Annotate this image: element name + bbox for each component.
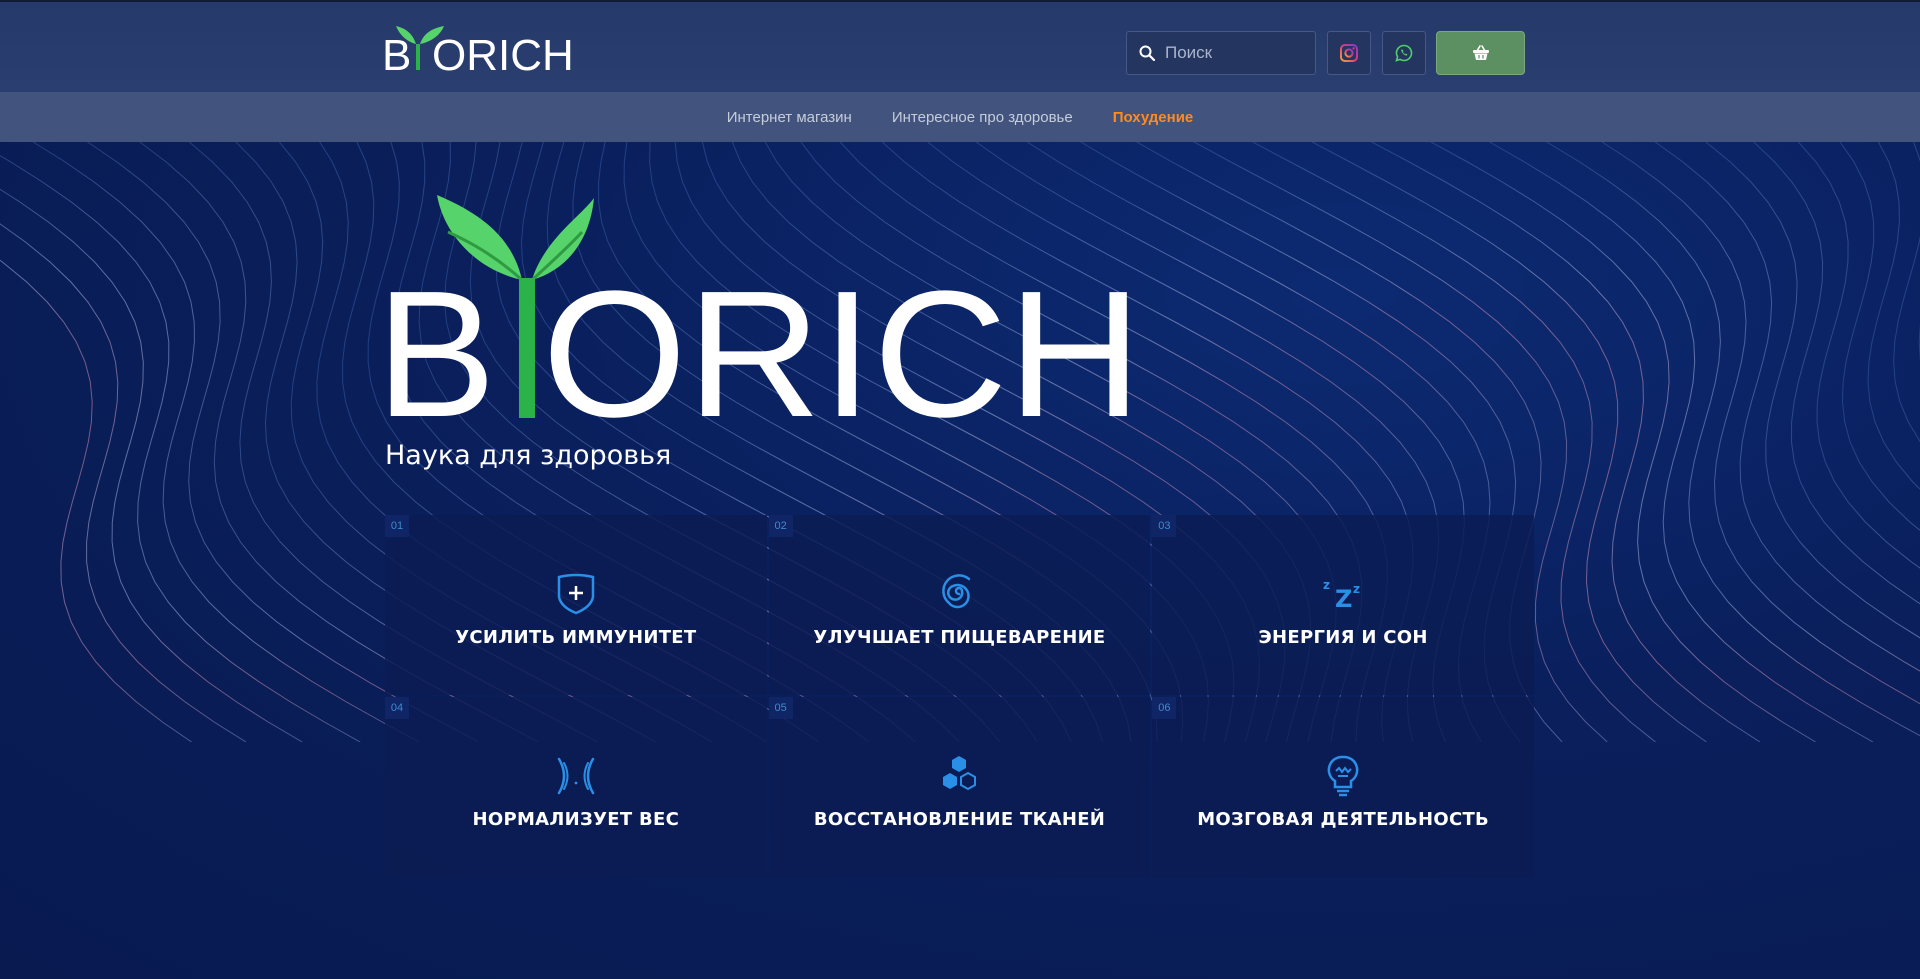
wave-line bbox=[0, 259, 192, 742]
svg-text:z: z bbox=[1353, 582, 1360, 596]
whatsapp-icon bbox=[1395, 44, 1413, 62]
wave-line bbox=[1546, 142, 1920, 737]
feature-card-immunity[interactable]: 01 УСИЛИТЬ ИММУНИТЕТ bbox=[385, 515, 767, 695]
svg-text:B: B bbox=[382, 254, 496, 420]
wave-line bbox=[1867, 142, 1920, 490]
feature-number: 03 bbox=[1152, 515, 1177, 537]
waist-icon bbox=[557, 757, 595, 794]
wave-line bbox=[1601, 142, 1920, 705]
wave-line bbox=[1753, 142, 1920, 605]
instagram-icon bbox=[1340, 44, 1358, 62]
feature-title: УЛУЧШАЕТ ПИЩЕВАРЕНИЕ bbox=[813, 626, 1106, 648]
feature-number: 04 bbox=[385, 697, 409, 719]
feature-number: 06 bbox=[1152, 697, 1177, 719]
site-logo-text: B bbox=[382, 31, 411, 74]
site-logo[interactable]: B ORICH bbox=[382, 14, 582, 74]
feature-number: 02 bbox=[768, 515, 793, 537]
wave-line bbox=[1839, 142, 1920, 531]
feature-number: 01 bbox=[385, 515, 409, 537]
feature-card-weight[interactable]: 04 НОРМАЛИЗУЕТ ВЕС bbox=[385, 697, 767, 877]
hero-tagline: Наука для здоровья bbox=[385, 440, 672, 471]
shield-plus-icon bbox=[557, 573, 595, 614]
wave-line bbox=[1893, 142, 1920, 443]
nav-item-shop[interactable]: Интернет магазин bbox=[727, 109, 852, 126]
lightbulb-icon bbox=[1327, 755, 1359, 796]
features-grid: 01 УСИЛИТЬ ИММУНИТЕТ 02 УЛУЧШАЕТ ПИЩЕВАР… bbox=[385, 515, 1534, 877]
feature-card-brain[interactable]: 06 МОЗГОВАЯ ДЕЯТЕЛЬНОСТЬ bbox=[1152, 697, 1534, 877]
search-input[interactable] bbox=[1165, 43, 1305, 63]
wave-line bbox=[1489, 142, 1874, 742]
feature-title: МОЗГОВАЯ ДЕЯТЕЛЬНОСТЬ bbox=[1197, 808, 1490, 830]
svg-text:ORICH: ORICH bbox=[432, 31, 574, 74]
feature-card-tissue[interactable]: 05 ВОССТАНОВЛЕНИЕ ТКАНЕЙ bbox=[768, 697, 1151, 877]
basket-icon bbox=[1472, 45, 1489, 60]
feature-number: 05 bbox=[768, 697, 793, 719]
svg-text:ORICH: ORICH bbox=[542, 254, 1142, 420]
instagram-button[interactable] bbox=[1327, 31, 1371, 75]
nav-item-weight-loss[interactable]: Похудение bbox=[1113, 109, 1194, 126]
wave-line bbox=[1798, 142, 1920, 569]
wave-line bbox=[32, 142, 420, 742]
wave-line bbox=[1654, 142, 1920, 672]
feature-title: ЭНЕРГИЯ И СОН bbox=[1258, 626, 1428, 648]
search-field[interactable] bbox=[1126, 31, 1316, 75]
nav-item-health[interactable]: Интересное про здоровье bbox=[892, 109, 1073, 126]
search-icon bbox=[1139, 45, 1155, 61]
hexagons-icon bbox=[943, 755, 977, 790]
feature-title: ВОССТАНОВЛЕНИЕ ТКАНЕЙ bbox=[813, 808, 1106, 830]
main-nav: Интернет магазин Интересное про здоровье… bbox=[0, 92, 1920, 142]
svg-text:Z: Z bbox=[1335, 585, 1352, 613]
feature-card-energy-sleep[interactable]: 03 z Z z ЭНЕРГИЯ И СОН bbox=[1152, 515, 1534, 695]
feature-title: УСИЛИТЬ ИММУНИТЕТ bbox=[455, 626, 697, 648]
hero-logo: B ORICH bbox=[382, 195, 1142, 420]
site-header: B ORICH bbox=[0, 0, 1920, 92]
svg-text:z: z bbox=[1323, 578, 1330, 592]
cart-button[interactable] bbox=[1436, 31, 1525, 75]
wave-line bbox=[0, 223, 247, 742]
feature-card-digestion[interactable]: 02 УЛУЧШАЕТ ПИЩЕВАРЕНИЕ bbox=[768, 515, 1151, 695]
whatsapp-button[interactable] bbox=[1382, 31, 1426, 75]
spiral-icon bbox=[942, 573, 971, 608]
sleep-zzz-icon: z Z z bbox=[1323, 578, 1360, 613]
wave-line bbox=[0, 155, 361, 742]
feature-title: НОРМАЛИЗУЕТ ВЕС bbox=[472, 808, 680, 830]
